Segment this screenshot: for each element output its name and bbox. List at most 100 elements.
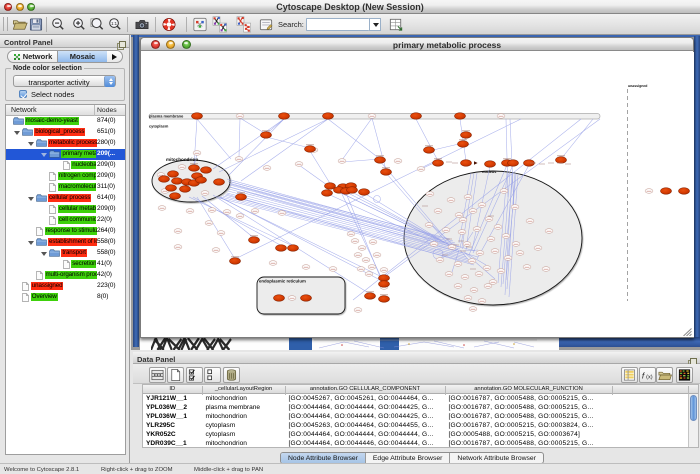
graph-node-selected[interactable] [179,186,190,193]
graph-node-unselected[interactable] [302,265,310,270]
tabs-overflow-arrow[interactable] [107,51,122,62]
zoom-in-icon[interactable] [70,16,88,33]
tab-network[interactable]: Network [8,51,57,62]
graph-node-selected[interactable] [275,245,286,252]
graph-node-unselected[interactable] [295,162,303,167]
tree-row-secretion[interactable]: secretion41(0) [6,259,125,270]
window-zoom-button[interactable] [182,40,191,49]
select-nodes-checkbox[interactable]: Select nodes [19,90,74,99]
graph-node-unselected[interactable] [468,259,476,264]
graph-node-unselected[interactable] [454,262,462,267]
graph-node-unselected[interactable] [417,167,425,172]
delete-attribute-icon[interactable] [223,367,240,383]
graph-node-selected[interactable] [200,167,211,174]
graph-node-selected[interactable] [287,245,298,252]
graph-node-unselected[interactable] [368,114,376,119]
tree-row-multi-organism-proce[interactable]: multi-organism proce42(0) [6,270,125,281]
graph-node-selected[interactable] [171,178,182,185]
zoom-fit-icon[interactable] [88,16,106,33]
graph-node-unselected[interactable] [542,267,550,272]
graph-node-selected[interactable] [248,236,259,244]
tree-row-transport[interactable]: transport558(0) [6,248,125,259]
tree-expand-arrow[interactable] [41,252,47,256]
tab-network-attribute-browser[interactable]: Network Attribute Browser [449,453,543,463]
graph-node-unselected[interactable] [469,209,477,214]
graph-node-selected[interactable] [195,177,206,184]
formula-icon[interactable]: f(x) [639,367,656,383]
graph-node-selected[interactable] [678,188,689,195]
window-resize-grip[interactable] [683,328,692,336]
graph-node-unselected[interactable] [263,166,271,171]
attribute-row-YJR121W__1[interactable]: YJR121W__1mitochondrion[GO:0045267, GO:0… [143,394,698,403]
graph-node-selected[interactable] [378,281,389,288]
graph-node-unselected[interactable] [469,307,477,312]
tab-edge-attribute-browser[interactable]: Edge Attribute Browser [365,453,450,463]
graph-node-selected[interactable] [454,113,465,120]
graph-node-unselected[interactable] [464,195,472,200]
graph-node-unselected[interactable] [380,268,388,273]
graph-node-unselected[interactable] [489,280,497,285]
graph-node-unselected[interactable] [205,221,213,226]
graph-node-selected[interactable] [364,292,375,300]
graph-node-unselected[interactable] [368,265,376,270]
matrix-view-icon[interactable] [676,367,693,383]
graph-node-unselected[interactable] [269,261,277,266]
graph-node-selected[interactable] [165,185,176,192]
graph-node-unselected[interactable] [478,299,486,304]
tree-expand-arrow[interactable] [28,142,34,146]
graph-node-unselected[interactable] [484,284,492,289]
graph-node-unselected[interactable] [235,157,243,162]
graph-node-selected[interactable] [457,140,468,148]
attribute-row-YPL036W__2[interactable]: YPL036W__2plasma membrane[GO:0044464, GO… [143,403,698,412]
tab-mosaic[interactable]: Mosaic [57,51,107,62]
attribute-row-YLR295C[interactable]: YLR295Ccytoplasm[GO:0045263, GO:0044464,… [143,421,698,430]
tree-row-overview[interactable]: Overview8(0) [6,292,125,303]
float-panel-icon[interactable] [117,37,126,46]
graph-node-unselected[interactable] [497,269,505,274]
graph-node-selected[interactable] [229,257,240,265]
graph-node-selected[interactable] [555,156,566,164]
new-attribute-icon[interactable] [167,367,184,383]
graph-node-unselected[interactable] [357,267,365,272]
graph-node-unselected[interactable] [487,237,495,242]
graph-node-unselected[interactable] [478,203,486,208]
snapshot-camera-icon[interactable] [133,16,151,33]
graph-node-unselected[interactable] [494,225,502,230]
graph-node-selected[interactable] [300,295,311,302]
search-input[interactable] [306,18,369,31]
graph-node-unselected[interactable] [459,218,467,223]
graph-node-unselected[interactable] [526,219,534,224]
graph-node-unselected[interactable] [473,227,481,232]
window-minimize-button[interactable] [166,40,175,49]
import-table-icon[interactable] [387,16,405,33]
graph-node-selected[interactable] [380,168,391,176]
graph-node-unselected[interactable] [436,258,444,263]
graph-node-unselected[interactable] [354,253,362,258]
graph-node-unselected[interactable] [445,272,453,277]
graph-node-unselected[interactable] [455,213,463,218]
graph-node-unselected[interactable] [447,198,455,203]
help-lifering-icon[interactable] [160,16,178,33]
new-network-from-selection-icon[interactable] [211,16,229,33]
graph-node-selected[interactable] [169,193,180,200]
graph-node-unselected[interactable] [365,272,373,277]
graph-node-selected[interactable] [374,156,385,164]
node-color-dropdown[interactable]: transporter activity [13,75,116,87]
tree-expand-arrow[interactable] [41,153,47,157]
graph-node-unselected[interactable] [512,242,520,247]
zoom-out-icon[interactable] [49,16,67,33]
tree-row-primary-metabolic-proc[interactable]: primary metabolic proc209(... [6,149,125,160]
graph-node-unselected[interactable] [463,242,471,247]
graph-node-unselected[interactable] [470,288,478,293]
graph-node-selected[interactable] [378,275,389,282]
graph-node-unselected[interactable] [504,256,512,261]
graph-node-selected[interactable] [235,193,246,201]
window-close-button[interactable] [151,40,160,49]
graph-node-unselected[interactable] [208,208,216,213]
tree-row-cellular-process[interactable]: cellular process614(0) [6,193,125,204]
tree-row-mosaic-demo-yeast[interactable]: mosaic-demo-yeast874(0) [6,116,125,127]
import-attributes-icon[interactable] [656,367,673,383]
tree-row-metabolic-process[interactable]: metabolic process280(0) [6,138,125,149]
graph-node-unselected[interactable] [358,246,366,251]
tree-row-unassigned[interactable]: unassigned223(0) [6,281,125,292]
